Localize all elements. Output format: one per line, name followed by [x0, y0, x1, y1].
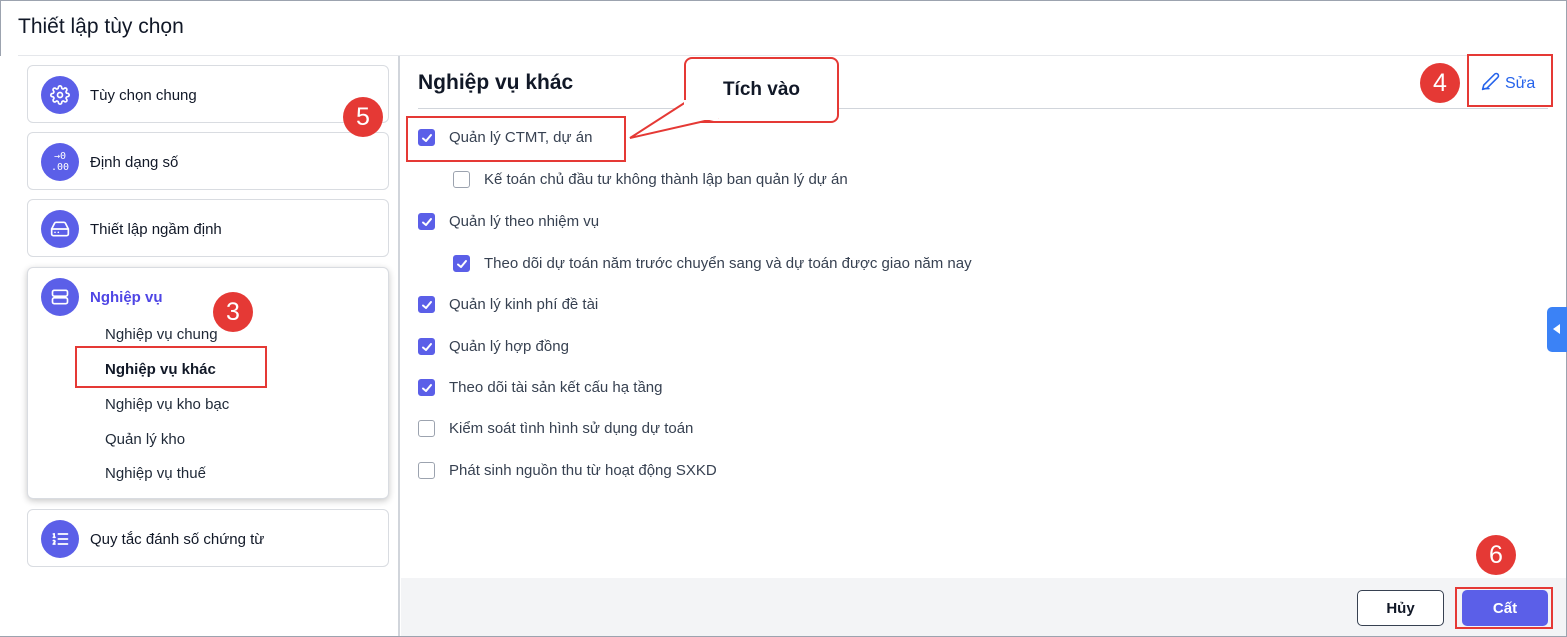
checkbox[interactable] [418, 379, 435, 396]
checkbox[interactable] [418, 213, 435, 230]
drive-icon [41, 210, 79, 248]
option-row[interactable]: Theo dõi tài sản kết cấu hạ tầng [418, 379, 662, 396]
check-icon [421, 217, 432, 226]
dialog-title: Thiết lập tùy chọn [18, 15, 184, 38]
callout-pointer [629, 100, 719, 139]
check-icon [456, 259, 467, 268]
checkbox[interactable] [418, 462, 435, 479]
sidebar-card-label: Tùy chọn chung [90, 86, 197, 104]
option-row[interactable]: Phát sinh nguồn thu từ hoạt động SXKD [418, 462, 717, 479]
annotation-step-5: 5 [343, 97, 383, 137]
option-row[interactable]: Quản lý theo nhiệm vụ [418, 213, 599, 230]
sidebar-subitem-treasury-ops[interactable]: Nghiệp vụ kho bạc [105, 396, 229, 413]
sidebar-card-label: Thiết lập ngầm định [90, 220, 222, 238]
checkbox[interactable] [418, 296, 435, 313]
option-label: Kiểm soát tình hình sử dụng dự toán [449, 420, 694, 437]
sidebar-card-label: Định dạng số [90, 153, 179, 171]
sidebar-card-general[interactable]: Tùy chọn chung [27, 65, 389, 123]
check-icon [421, 383, 432, 392]
checkbox[interactable] [418, 420, 435, 437]
number-format-icon-bottom: .00 [50, 162, 70, 173]
option-row[interactable]: Kế toán chủ đầu tư không thành lập ban q… [453, 171, 848, 188]
page-title: Nghiệp vụ khác [418, 71, 574, 94]
collapse-panel-toggle[interactable] [1547, 307, 1567, 352]
sidebar-subitem-warehouse[interactable]: Quản lý kho [105, 431, 185, 448]
option-row[interactable]: Quản lý hợp đồng [418, 338, 569, 355]
gear-icon [41, 76, 79, 114]
number-format-icon-top: →0 [53, 151, 67, 162]
option-label: Quản lý kinh phí đề tài [449, 296, 599, 313]
annotation-highlight-save [1455, 587, 1553, 629]
sidebar-subitem-general-ops[interactable]: Nghiệp vụ chung [105, 326, 218, 343]
sidebar-card-numbering-rules[interactable]: Quy tắc đánh số chứng từ [27, 509, 389, 567]
annotation-highlight-edit [1467, 54, 1553, 107]
cancel-button[interactable]: Hủy [1357, 590, 1444, 626]
annotation-step-4: 4 [1420, 63, 1460, 103]
option-label: Quản lý hợp đồng [449, 338, 569, 355]
check-icon [421, 342, 432, 351]
option-row[interactable]: Kiểm soát tình hình sử dụng dự toán [418, 420, 693, 437]
annotation-step-6: 6 [1476, 535, 1516, 575]
option-label: Theo dõi tài sản kết cấu hạ tầng [449, 379, 663, 396]
numbered-list-icon [41, 520, 79, 558]
title-underline [418, 108, 1548, 109]
check-icon [421, 300, 432, 309]
checkbox[interactable] [453, 255, 470, 272]
caret-left-icon [1553, 321, 1561, 339]
number-format-icon: →0 .00 [41, 143, 79, 181]
sidebar-card-number-format[interactable]: →0 .00 Định dạng số [27, 132, 389, 190]
option-label: Theo dõi dự toán năm trước chuyển sang v… [484, 255, 972, 272]
annotation-highlight-ctmt [406, 116, 626, 162]
checkbox[interactable] [418, 338, 435, 355]
annotation-highlight-other-ops [75, 346, 267, 388]
sidebar-card-label: Nghiệp vụ [90, 288, 163, 306]
sidebar-card-label: Quy tắc đánh số chứng từ [90, 530, 265, 548]
sidebar-card-defaults[interactable]: Thiết lập ngầm định [27, 199, 389, 257]
option-label: Phát sinh nguồn thu từ hoạt động SXKD [449, 462, 717, 479]
option-row[interactable]: Quản lý kinh phí đề tài [418, 296, 598, 313]
sidebar-subitem-tax-ops[interactable]: Nghiệp vụ thuế [105, 465, 206, 482]
option-row[interactable]: Theo dõi dự toán năm trước chuyển sang v… [453, 255, 972, 272]
server-icon [41, 278, 79, 316]
checkbox[interactable] [453, 171, 470, 188]
annotation-step-3: 3 [213, 292, 253, 332]
option-label: Quản lý theo nhiệm vụ [449, 213, 600, 230]
option-label: Kế toán chủ đầu tư không thành lập ban q… [484, 171, 848, 188]
